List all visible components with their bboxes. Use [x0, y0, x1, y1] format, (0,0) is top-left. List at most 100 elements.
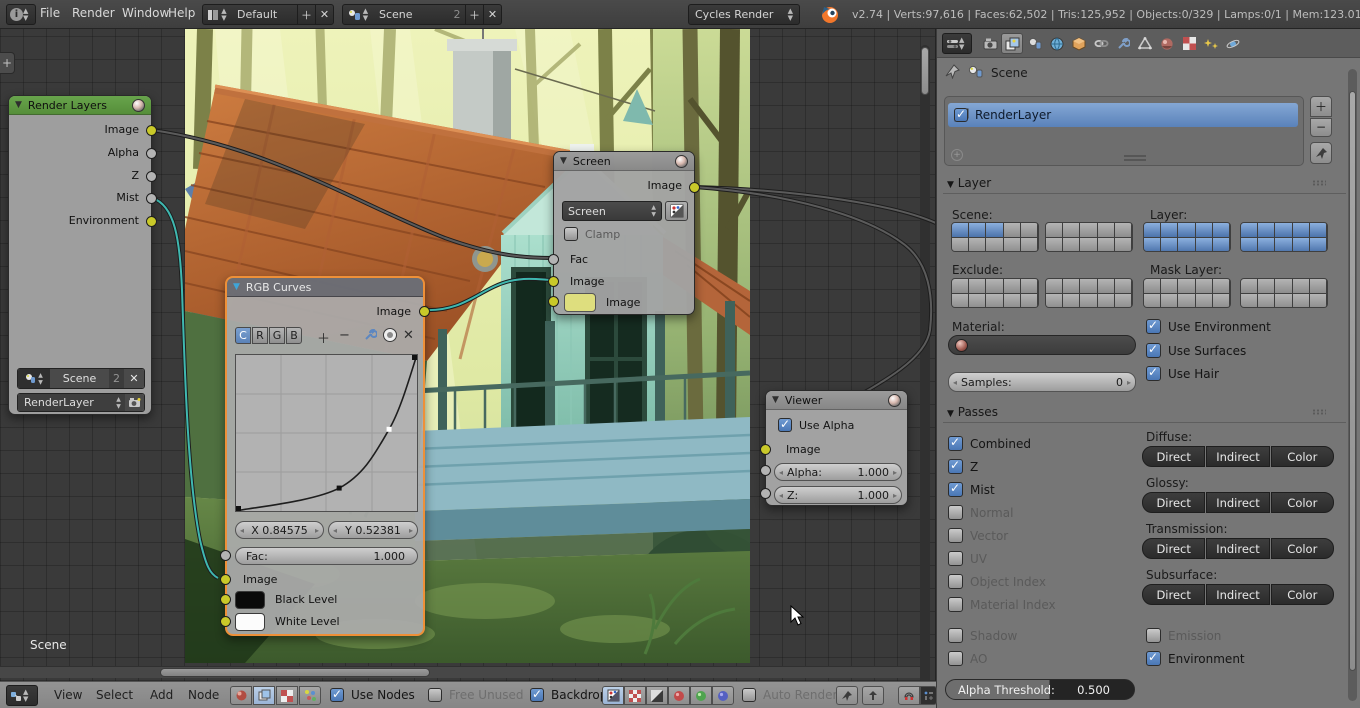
- black-level-swatch[interactable]: [235, 591, 265, 609]
- layer-toggle-cell[interactable]: [1178, 294, 1196, 307]
- socket-image-input[interactable]: [760, 444, 771, 455]
- layer-toggle-cell[interactable]: [1114, 223, 1132, 238]
- pass-emission-checkbox[interactable]: Emission: [1146, 628, 1221, 643]
- horizontal-scrollbar[interactable]: [0, 666, 920, 678]
- socket-environment-output[interactable]: [146, 216, 157, 227]
- pass-environment-checkbox[interactable]: Environment: [1146, 650, 1245, 666]
- editor-type-button[interactable]: ▲ ▼: [942, 33, 972, 54]
- socket-z-input[interactable]: [760, 488, 771, 499]
- layer-toggle-cell[interactable]: [1020, 223, 1038, 238]
- render-layer-list-item[interactable]: RenderLayer: [948, 103, 1298, 127]
- layer-toggle-cell[interactable]: [1144, 279, 1162, 294]
- layer-toggle-cell[interactable]: [1003, 294, 1021, 307]
- layer-toggle-cell[interactable]: [1161, 294, 1179, 307]
- panel-drag-grip[interactable]: [1312, 180, 1326, 186]
- layer-toggle-cell[interactable]: [969, 223, 987, 238]
- layer-toggle-cell[interactable]: [952, 294, 970, 307]
- pass-material-index-checkbox[interactable]: Material Index: [948, 597, 1056, 612]
- zoom-in-icon[interactable]: ＋: [317, 328, 330, 347]
- layer-toggle-cell[interactable]: [1144, 294, 1162, 307]
- tab-render[interactable]: [979, 33, 1001, 54]
- layer-toggle-cell[interactable]: [1212, 294, 1230, 307]
- tab-texture[interactable]: [1178, 33, 1200, 54]
- tools-wrench-icon[interactable]: [363, 328, 378, 345]
- layer-toggle-cell[interactable]: [1003, 279, 1021, 294]
- menu-view[interactable]: View: [54, 688, 82, 702]
- layer-toggle-cell[interactable]: [1275, 279, 1293, 294]
- glossy-direct-button[interactable]: Direct: [1142, 492, 1206, 513]
- material-override-field[interactable]: [948, 335, 1136, 355]
- socket-image-output[interactable]: [146, 125, 157, 136]
- backdrop-checkbox[interactable]: Backdrop: [530, 687, 607, 702]
- socket-z-output[interactable]: [146, 171, 157, 182]
- pin-icon[interactable]: [836, 686, 858, 705]
- diffuse-color-button[interactable]: Color: [1270, 446, 1334, 467]
- viewer-header[interactable]: ▼ Viewer: [766, 391, 907, 410]
- layer-toggle-cell[interactable]: [1309, 223, 1327, 238]
- free-unused-checkbox[interactable]: Free Unused: [428, 688, 524, 702]
- glossy-indirect-button[interactable]: Indirect: [1206, 492, 1270, 513]
- layer-toggle-cell[interactable]: [1275, 223, 1293, 238]
- z-slider[interactable]: ◂ Z: 1.000 ▸: [774, 486, 902, 504]
- layer-toggle-cell[interactable]: [1212, 279, 1230, 294]
- socket-fac-input[interactable]: [220, 550, 231, 561]
- checkbox-icon[interactable]: [330, 687, 344, 702]
- properties-scrollbar-thumb[interactable]: [1349, 91, 1356, 671]
- vertical-scrollbar-thumb[interactable]: [921, 47, 929, 95]
- subsurface-indirect-button[interactable]: Indirect: [1206, 584, 1270, 605]
- layer-toggle-cell[interactable]: [986, 238, 1004, 251]
- alpha-slider[interactable]: ◂ Alpha: 1.000 ▸: [774, 463, 902, 481]
- tab-scene[interactable]: [1024, 33, 1046, 54]
- layer-toggle-cell[interactable]: [1097, 279, 1115, 294]
- mask-grid-2[interactable]: [1240, 278, 1328, 308]
- add-render-layer-button[interactable]: ＋: [1310, 96, 1332, 117]
- clipping-toggle-icon[interactable]: [383, 328, 397, 342]
- editor-type-button[interactable]: ▲ ▼: [6, 685, 38, 706]
- channel-r-button[interactable]: R: [252, 327, 268, 344]
- passes-panel-header[interactable]: ▼ Passes: [947, 405, 998, 419]
- pin-layer-button[interactable]: [1310, 142, 1332, 164]
- node-rgb-curves[interactable]: ▼ RGB Curves Image C R G B ＋ − ✕ ◂ X 0.8…: [220, 276, 430, 636]
- curve-y-field[interactable]: ◂ Y 0.52381 ▸: [328, 521, 418, 539]
- layer-toggle-cell[interactable]: [1292, 279, 1310, 294]
- scene-icon[interactable]: ▲ ▼: [18, 369, 50, 388]
- channel-b-button[interactable]: B: [286, 327, 302, 344]
- subsurface-direct-button[interactable]: Direct: [1142, 584, 1206, 605]
- tab-particles[interactable]: [1200, 33, 1222, 54]
- layer-toggle-cell[interactable]: [1309, 294, 1327, 307]
- pass-combined-checkbox[interactable]: Combined: [948, 435, 1031, 451]
- transmission-color-button[interactable]: Color: [1270, 538, 1334, 559]
- pass-z-checkbox[interactable]: Z: [948, 458, 978, 474]
- layer-toggle-cell[interactable]: [1275, 238, 1293, 251]
- channel-c-button[interactable]: C: [235, 327, 251, 344]
- layer-toggle-cell[interactable]: [1080, 238, 1098, 251]
- layer-toggle-cell[interactable]: [1046, 223, 1064, 238]
- layer-toggle-cell[interactable]: [1241, 294, 1259, 307]
- layer-toggle-cell[interactable]: [1046, 279, 1064, 294]
- add-scene-button[interactable]: ＋: [465, 5, 483, 24]
- layer-toggle-cell[interactable]: [1195, 238, 1213, 251]
- socket-image2-input[interactable]: [548, 296, 559, 307]
- layer-toggle-cell[interactable]: [1046, 294, 1064, 307]
- checkbox-icon[interactable]: [428, 688, 442, 702]
- breadcrumb-scene[interactable]: Scene: [991, 66, 1028, 80]
- layer-toggle-cell[interactable]: [969, 279, 987, 294]
- layer-toggle-cell[interactable]: [1063, 238, 1081, 251]
- layer-toggle-cell[interactable]: [1161, 223, 1179, 238]
- layer-toggle-cell[interactable]: [1046, 238, 1064, 251]
- curve-point-selected[interactable]: [386, 426, 392, 432]
- layer-toggle-cell[interactable]: [1178, 223, 1196, 238]
- backdrop-green-icon[interactable]: [690, 686, 712, 705]
- pass-mist-checkbox[interactable]: Mist: [948, 481, 995, 497]
- editor-type-button[interactable]: i ▲ ▼: [6, 4, 36, 25]
- layer-toggle-cell[interactable]: [986, 223, 1004, 238]
- transmission-indirect-button[interactable]: Indirect: [1206, 538, 1270, 559]
- layer-toggle-cell[interactable]: [1080, 279, 1098, 294]
- pass-shadow-checkbox[interactable]: Shadow: [948, 628, 1017, 643]
- properties-scrollbar[interactable]: [1348, 69, 1357, 701]
- menu-render[interactable]: Render: [72, 6, 115, 20]
- pass-object-index-checkbox[interactable]: Object Index: [948, 574, 1046, 589]
- samples-slider[interactable]: ◂ Samples: 0 ▸: [948, 372, 1136, 392]
- layer-toggle-cell[interactable]: [1309, 238, 1327, 251]
- layer-toggle-cell[interactable]: [1020, 238, 1038, 251]
